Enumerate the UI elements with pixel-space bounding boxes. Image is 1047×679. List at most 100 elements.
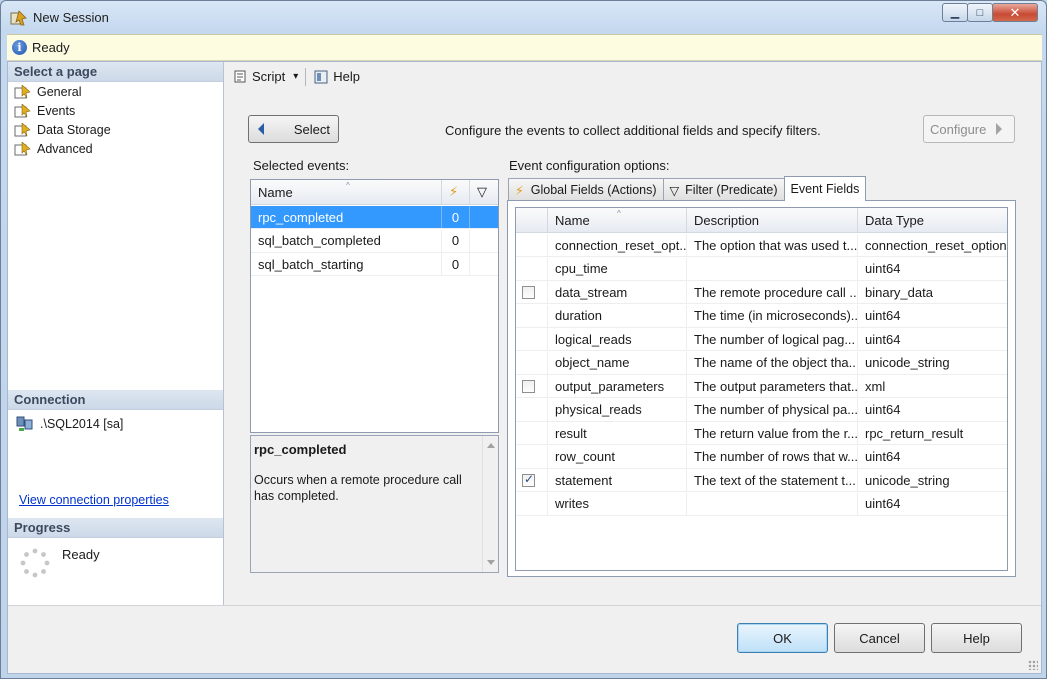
field-row[interactable]: cpu_time uint64 (516, 257, 1007, 281)
page-label: Data Storage (37, 123, 111, 137)
description-scrollbar[interactable] (482, 436, 498, 572)
window-title: New Session (33, 10, 109, 25)
page-advanced[interactable]: Advanced (14, 140, 93, 158)
field-name: statement (548, 469, 687, 491)
field-row[interactable]: data_stream The remote procedure call ...… (516, 281, 1007, 304)
page-label: Events (37, 104, 76, 118)
field-name: physical_reads (548, 398, 687, 421)
session-app-icon (10, 10, 27, 26)
field-description: The number of logical pag... (687, 328, 858, 350)
maximize-icon: □ (976, 6, 984, 19)
column-data-type[interactable]: Data Type (858, 208, 1007, 232)
field-description: The time (in microseconds)... (687, 304, 858, 327)
field-data-type: binary_data (865, 284, 933, 300)
description-title: rpc_completed (254, 442, 347, 457)
field-row[interactable]: result The return value from the r... rpc_… (516, 422, 1007, 445)
field-data-type: uint64 (865, 402, 901, 417)
script-icon (234, 70, 246, 82)
column-field-name[interactable]: ^ Name (548, 208, 687, 232)
progress-status: Ready (62, 547, 100, 562)
minimize-button[interactable]: ▁ (942, 3, 968, 22)
sort-ascending-icon: ^ (346, 181, 350, 190)
field-row[interactable]: row_count The number of rows that w... uin… (516, 445, 1007, 469)
page-events[interactable]: Events (14, 102, 75, 120)
field-checkbox-cell (516, 257, 548, 280)
configure-button[interactable]: Configure (923, 115, 1015, 143)
field-checkbox-cell (516, 234, 548, 256)
arrow-right-icon (996, 123, 1003, 135)
event-filter-cell (470, 230, 498, 252)
description-body: Occurs when a remote procedure call has … (254, 473, 462, 503)
help-label: Help (333, 69, 361, 84)
tab-label: Event Fields (790, 182, 860, 196)
page-data-storage[interactable]: Data Storage (14, 121, 111, 139)
tab-filter-predicate[interactable]: ▽ Filter (Predicate) (662, 178, 785, 201)
tab-label: Filter (Predicate) (685, 183, 778, 197)
server-icon (16, 416, 33, 431)
column-description[interactable]: Description (687, 208, 858, 232)
config-options-label: Event configuration options: (509, 158, 670, 173)
cancel-button[interactable]: Cancel (834, 623, 925, 653)
field-row[interactable]: duration The time (in microseconds)... uin… (516, 304, 1007, 328)
resize-grip[interactable] (1028, 660, 1038, 670)
title-bar[interactable]: New Session ▁ □ ✕ (1, 1, 1046, 34)
field-data-type: uint64 (865, 331, 901, 347)
script-dropdown-icon[interactable]: ▾ (293, 71, 298, 82)
field-description: The text of the statement t... (687, 469, 858, 491)
page-general[interactable]: General (14, 83, 81, 101)
field-checkbox-cell (516, 375, 548, 397)
caption-buttons: ▁ □ ✕ (942, 3, 1038, 23)
event-row[interactable]: rpc_completed 0 (251, 206, 498, 229)
column-name-label: Name (258, 184, 293, 200)
column-name[interactable]: ^ Name (251, 180, 442, 204)
field-row[interactable]: connection_reset_opt... The option that w… (516, 234, 1007, 257)
help-button[interactable]: Help (931, 623, 1022, 653)
ok-button[interactable]: OK (737, 623, 828, 653)
column-checkbox (516, 208, 548, 232)
dialog-button-bar: OK Cancel Help (8, 605, 1041, 673)
field-checkbox-cell (516, 351, 548, 374)
column-actions[interactable]: ⚡ (442, 180, 470, 204)
progress-header: Progress (8, 518, 223, 538)
instructions-text: Configure the events to collect addition… (445, 123, 821, 138)
field-row[interactable]: writes uint64 (516, 492, 1007, 516)
field-description: The output parameters that... (687, 375, 858, 397)
event-row[interactable]: sql_batch_completed 0 (251, 229, 498, 253)
tab-event-fields[interactable]: Event Fields (783, 176, 867, 201)
view-connection-properties-link[interactable]: View connection properties (19, 493, 169, 507)
field-checkbox[interactable] (522, 285, 535, 299)
tab-global-fields[interactable]: ⚡ Global Fields (Actions) (508, 178, 664, 201)
script-button[interactable]: Script ▾ (229, 66, 301, 88)
column-filter[interactable]: ▽ (470, 180, 498, 204)
field-checkbox[interactable] (522, 379, 535, 393)
field-name: object_name (548, 351, 687, 374)
toolbar: Script ▾ Help (226, 62, 1042, 91)
event-row[interactable]: sql_batch_starting 0 (251, 253, 498, 276)
field-row[interactable]: output_parameters The output parameters t… (516, 375, 1007, 398)
event-description-box: rpc_completed Occurs when a remote proce… (250, 435, 499, 573)
maximize-button[interactable]: □ (967, 3, 993, 22)
field-row[interactable]: logical_reads The number of logical pag..… (516, 328, 1007, 351)
page-label: General (37, 85, 82, 99)
scroll-down-icon[interactable] (487, 560, 495, 565)
config-tabs: ⚡ Global Fields (Actions) ▽ Filter (Pred… (508, 176, 867, 201)
selected-events-label: Selected events: (253, 158, 350, 173)
scroll-up-icon[interactable] (487, 443, 495, 448)
field-name: row_count (548, 445, 687, 468)
field-data-type: uint64 (865, 449, 901, 464)
close-button[interactable]: ✕ (992, 3, 1038, 22)
field-row[interactable]: physical_reads The number of physical pa.… (516, 398, 1007, 422)
status-bar: i Ready (7, 34, 1042, 61)
field-checkbox[interactable] (522, 472, 535, 487)
select-events-button[interactable]: Select (248, 115, 339, 143)
close-icon: ✕ (1009, 4, 1021, 20)
help-toolbar-button[interactable]: Help (310, 66, 363, 88)
field-description: The number of physical pa... (687, 398, 858, 421)
field-row[interactable]: statementThe text of the statement t... u… (516, 469, 1007, 492)
lightning-icon: ⚡ (515, 183, 524, 198)
field-checkbox-cell (516, 304, 548, 327)
page-icon (14, 123, 31, 137)
field-name: data_stream (548, 281, 687, 303)
actions-lightning-icon: ⚡ (449, 184, 459, 199)
field-row[interactable]: object_name The name of the object tha...… (516, 351, 1007, 375)
